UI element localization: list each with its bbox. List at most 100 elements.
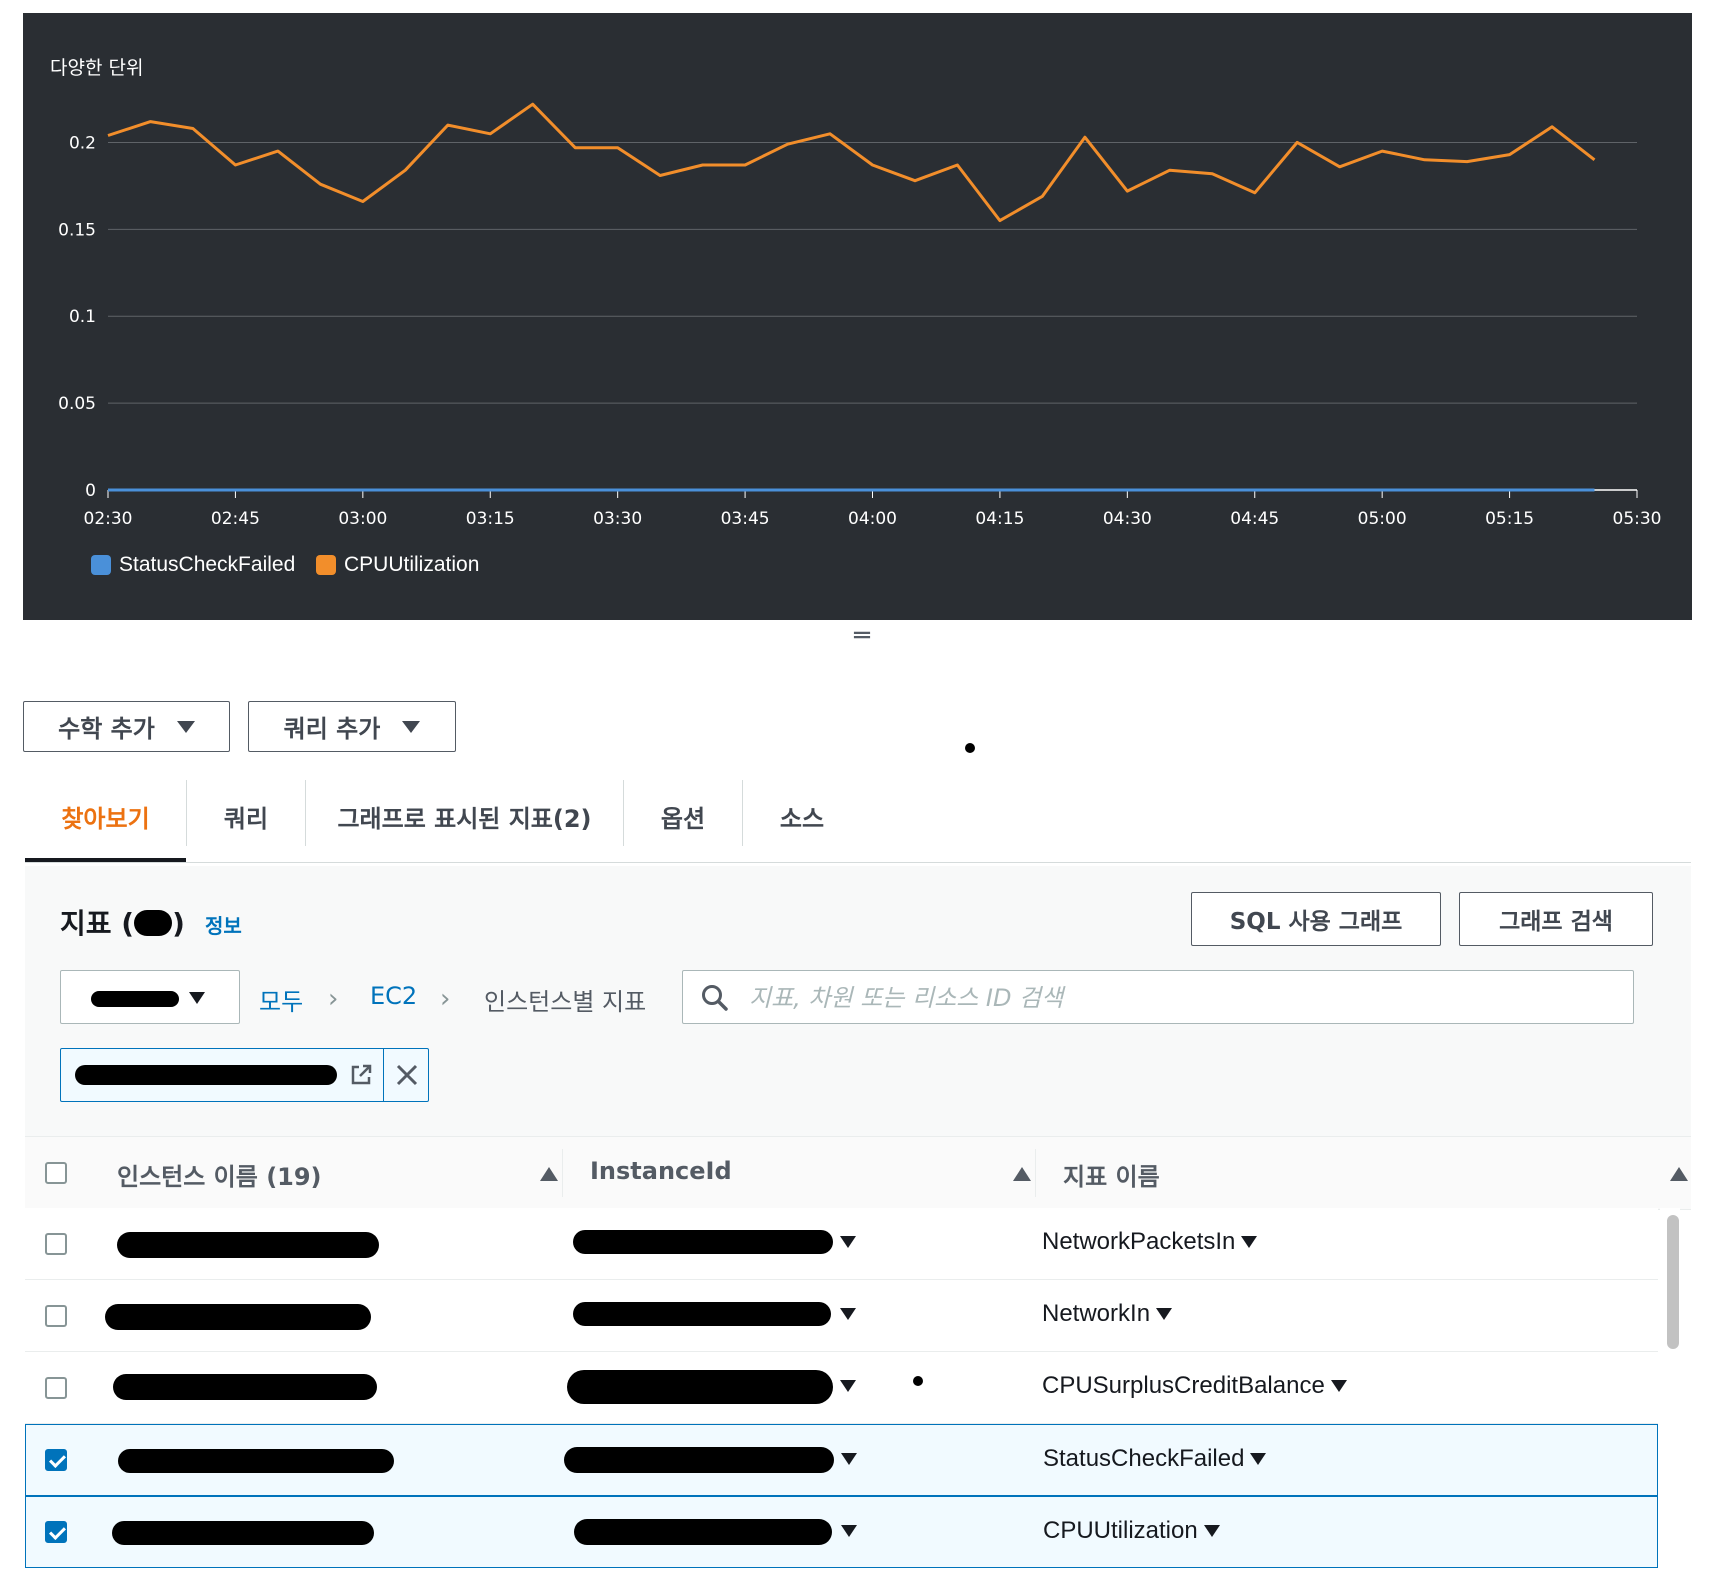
redacted-instance-name <box>112 1521 374 1545</box>
add-query-label: 쿼리 추가 <box>283 715 381 743</box>
row-checkbox-checked[interactable] <box>45 1449 67 1471</box>
row-checkbox[interactable] <box>45 1377 67 1399</box>
tab-browse[interactable]: 찾아보기 <box>25 770 186 862</box>
y-tick-label: 0.15 <box>58 220 96 240</box>
caret-down-icon <box>402 720 421 733</box>
header-instance-name[interactable]: 인스턴스 이름 (19) <box>117 1157 322 1192</box>
caret-down-icon[interactable] <box>841 1453 857 1465</box>
caret-down-icon <box>176 720 195 733</box>
region-select[interactable] <box>60 970 240 1024</box>
row-checkbox[interactable] <box>45 1233 67 1255</box>
metric-search-box[interactable] <box>682 970 1634 1024</box>
info-link[interactable]: 정보 <box>205 910 242 939</box>
caret-down-icon <box>1250 1453 1267 1465</box>
redacted-filter-value <box>75 1065 337 1085</box>
redacted-instance-id <box>574 1519 832 1545</box>
x-tick-label: 03:45 <box>721 509 770 529</box>
x-tick-label: 04:30 <box>1103 509 1152 529</box>
header-metric-name[interactable]: 지표 이름 <box>1063 1157 1160 1192</box>
y-tick-label: 0.2 <box>69 133 96 153</box>
table-row-selected[interactable]: StatusCheckFailed <box>25 1424 1658 1496</box>
column-divider <box>1035 1149 1036 1197</box>
x-tick-label: 03:30 <box>593 509 642 529</box>
external-link-icon[interactable] <box>349 1063 373 1087</box>
line-chart: 0 0.05 0.1 0.15 0.2 02:30 02:45 03:00 03:15 03:30… <box>58 102 1662 529</box>
chart-panel: 다양한 단위 0 0.05 0.1 0.15 0.2 02:30 02:45 03:00 03:… <box>23 13 1692 620</box>
row-checkbox-checked[interactable] <box>45 1521 67 1543</box>
metrics-title-text: 지표 <box>60 907 112 940</box>
search-icon <box>702 985 728 1011</box>
legend-label-status: StatusCheckFailed <box>119 553 296 576</box>
caret-down-icon <box>1330 1380 1347 1392</box>
breadcrumb-all[interactable]: 모두 <box>259 982 303 1017</box>
table-header: 인스턴스 이름 (19) InstanceId 지표 이름 <box>25 1136 1691 1210</box>
metric-name-text: NetworkPacketsIn <box>1042 1228 1236 1255</box>
redacted-instance-name <box>113 1374 377 1400</box>
tab-query[interactable]: 쿼리 <box>187 770 305 862</box>
x-tick-label: 03:00 <box>338 509 387 529</box>
resize-handle-icon[interactable]: ═ <box>850 623 874 649</box>
graph-search-button[interactable]: 그래프 검색 <box>1459 892 1653 946</box>
metric-name-cell[interactable]: StatusCheckFailed <box>1043 1445 1267 1473</box>
sort-ascending-icon[interactable] <box>540 1167 558 1181</box>
tab-source[interactable]: 소스 <box>743 770 861 862</box>
legend-swatch-cpu <box>316 555 336 575</box>
search-input[interactable] <box>747 983 1611 1013</box>
series-line-CPUUtilization <box>107 102 1596 223</box>
legend-item-status[interactable]: StatusCheckFailed <box>91 553 295 577</box>
table-row[interactable]: NetworkPacketsIn <box>25 1208 1658 1280</box>
x-tick-label: 04:15 <box>975 509 1024 529</box>
metrics-heading: 지표 () <box>60 902 185 942</box>
select-all-checkbox[interactable] <box>45 1162 67 1184</box>
redacted-instance-id <box>564 1447 834 1473</box>
cursor-dot <box>913 1376 923 1386</box>
breadcrumb-ec2[interactable]: EC2 <box>370 982 417 1010</box>
close-icon[interactable] <box>395 1063 419 1087</box>
tab-browse-label: 찾아보기 <box>61 804 150 833</box>
breadcrumb-current: 인스턴스별 지표 <box>484 988 647 1016</box>
caret-down-icon[interactable] <box>840 1236 856 1248</box>
metric-name-cell[interactable]: CPUUtilization <box>1043 1517 1220 1545</box>
caret-down-icon <box>1241 1236 1258 1248</box>
table-row[interactable]: CPUSurplusCreditBalance <box>25 1352 1658 1424</box>
redacted-instance-id <box>573 1230 833 1254</box>
header-instance-id[interactable]: InstanceId <box>590 1157 732 1185</box>
sort-ascending-icon[interactable] <box>1670 1167 1688 1181</box>
sort-ascending-icon[interactable] <box>1013 1167 1031 1181</box>
cursor-dot <box>965 743 975 753</box>
filter-token <box>60 1048 429 1102</box>
x-tick-label: 05:00 <box>1358 509 1407 529</box>
caret-down-icon[interactable] <box>840 1380 856 1392</box>
x-tick-label: 05:30 <box>1613 509 1662 529</box>
scrollbar-thumb[interactable] <box>1667 1215 1679 1349</box>
metric-name-cell[interactable]: CPUSurplusCreditBalance <box>1042 1372 1347 1400</box>
tab-graphed-metrics-label: 그래프로 표시된 지표(2) <box>337 804 592 833</box>
caret-down-icon <box>1203 1525 1220 1537</box>
metrics-count-close: ) <box>172 907 185 940</box>
metric-name-cell[interactable]: NetworkPacketsIn <box>1042 1228 1258 1256</box>
sql-graph-button[interactable]: SQL 사용 그래프 <box>1191 892 1441 946</box>
add-math-button[interactable]: 수학 추가 <box>23 701 230 752</box>
y-tick-label: 0 <box>85 481 96 501</box>
redacted-instance-name <box>118 1449 394 1473</box>
row-checkbox[interactable] <box>45 1305 67 1327</box>
add-query-button[interactable]: 쿼리 추가 <box>248 701 456 752</box>
metric-name-text: CPUSurplusCreditBalance <box>1042 1372 1325 1399</box>
caret-down-icon[interactable] <box>840 1308 856 1320</box>
table-row-selected[interactable]: CPUUtilization <box>25 1496 1658 1568</box>
legend-item-cpu[interactable]: CPUUtilization <box>316 553 479 577</box>
x-tick-label: 02:30 <box>84 509 133 529</box>
x-tick-label: 03:15 <box>466 509 515 529</box>
metrics-count-open: ( <box>121 907 135 940</box>
add-math-label: 수학 추가 <box>58 715 155 743</box>
caret-down-icon[interactable] <box>841 1525 857 1537</box>
tab-options[interactable]: 옵션 <box>624 770 742 862</box>
legend-label-cpu: CPUUtilization <box>344 553 480 576</box>
tab-graphed-metrics[interactable]: 그래프로 표시된 지표(2) <box>306 770 623 862</box>
active-tab-indicator <box>25 858 186 862</box>
metric-name-cell[interactable]: NetworkIn <box>1042 1300 1173 1328</box>
table-row[interactable]: NetworkIn <box>25 1280 1658 1352</box>
metric-name-text: StatusCheckFailed <box>1043 1445 1245 1472</box>
redacted-instance-name <box>105 1304 371 1330</box>
column-divider <box>562 1149 563 1197</box>
